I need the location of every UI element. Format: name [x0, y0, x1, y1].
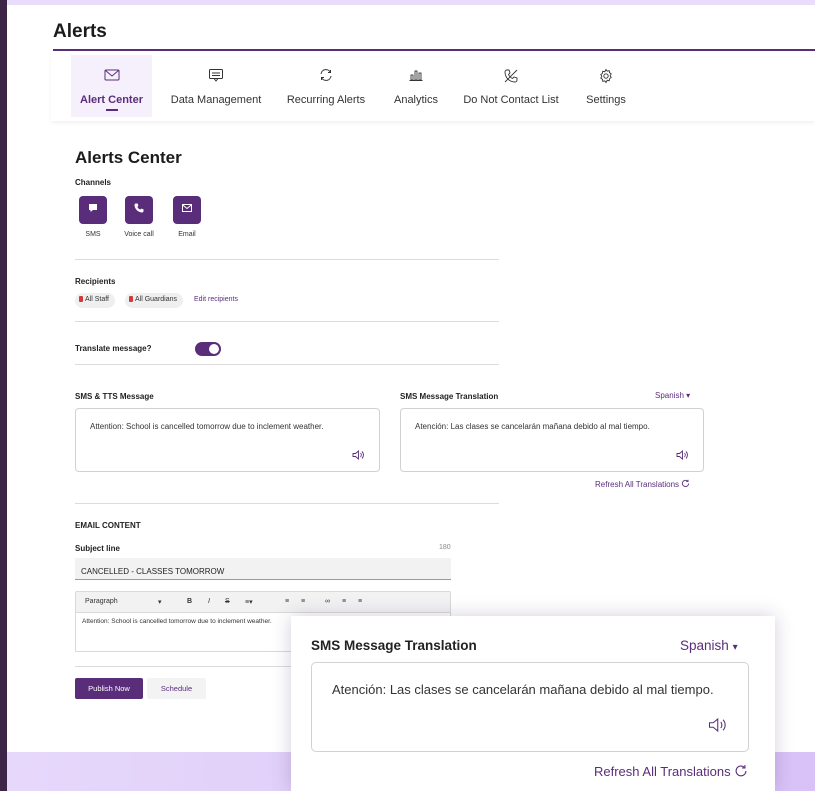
divider: [75, 259, 499, 260]
envelope-icon: [71, 68, 152, 88]
recipients-label: Recipients: [75, 277, 116, 286]
badge-icon: [129, 296, 133, 302]
bullet-list-icon[interactable]: ≡: [285, 598, 289, 605]
refresh-icon: [681, 479, 690, 489]
speaker-icon[interactable]: [351, 449, 365, 463]
language-value: Spanish: [680, 638, 729, 653]
tab-recurring-alerts[interactable]: Recurring Alerts: [281, 55, 371, 117]
sms-message-textarea[interactable]: Attention: School is cancelled tomorrow …: [75, 408, 380, 472]
chevron-down-icon[interactable]: ▾: [158, 598, 162, 606]
refresh-icon: [281, 68, 371, 88]
badge-icon: [79, 296, 83, 302]
channel-email-label: Email: [178, 231, 196, 238]
translation-textarea[interactable]: Atención: Las clases se cancelarán mañan…: [400, 408, 704, 472]
refresh-translations-link[interactable]: Refresh All Translations: [594, 764, 748, 779]
phone-off-icon: [456, 68, 566, 88]
translation-zoom-card: SMS Message Translation Spanish ▾ Atenci…: [291, 616, 775, 791]
strikethrough-button[interactable]: S: [225, 598, 230, 605]
sms-message-label: SMS & TTS Message: [75, 392, 154, 401]
channel-voice-button[interactable]: [125, 196, 153, 224]
bold-button[interactable]: B: [187, 598, 192, 605]
speaker-icon[interactable]: [706, 716, 728, 737]
language-select[interactable]: Spanish ▾: [655, 391, 690, 400]
channel-sms-button[interactable]: [79, 196, 107, 224]
tab-label: Settings: [586, 94, 626, 106]
subject-char-count: 180: [439, 544, 451, 551]
recipient-chip-all-staff[interactable]: All Staff: [75, 293, 115, 308]
divider: [75, 321, 499, 322]
tab-analytics[interactable]: Analytics: [386, 55, 446, 117]
channel-sms-label: SMS: [85, 231, 101, 238]
translation-text: Atención: Las clases se cancelarán mañan…: [415, 422, 650, 431]
translation-textarea[interactable]: Atención: Las clases se cancelarán mañan…: [311, 662, 749, 752]
chip-label: All Guardians: [135, 296, 178, 303]
align-icon[interactable]: ≡▾: [245, 598, 253, 606]
chat-bubble-icon: [87, 201, 99, 219]
channel-email-button[interactable]: [173, 196, 201, 224]
translation-label: SMS Message Translation: [311, 638, 477, 653]
tab-do-not-contact[interactable]: Do Not Contact List: [456, 55, 566, 117]
speaker-icon[interactable]: [675, 449, 689, 463]
page-title: Alerts: [53, 21, 107, 42]
publish-now-button[interactable]: Publish Now: [75, 678, 143, 699]
numbered-list-icon[interactable]: ≡: [301, 598, 305, 605]
left-edge-bar: [0, 0, 7, 791]
refresh-label: Refresh All Translations: [595, 480, 680, 489]
subject-input[interactable]: [75, 558, 451, 580]
section-title: Alerts Center: [75, 148, 182, 167]
channels-label: Channels: [75, 178, 112, 187]
email-body-text: Attention: School is cancelled tomorrow …: [82, 618, 272, 625]
language-select[interactable]: Spanish ▾: [680, 638, 738, 653]
translation-text: Atención: Las clases se cancelarán mañan…: [332, 682, 714, 697]
email-content-heading: EMAIL CONTENT: [75, 521, 141, 530]
tab-label: Do Not Contact List: [463, 94, 559, 106]
chevron-down-icon: ▾: [686, 391, 691, 400]
envelope-icon: [181, 201, 193, 219]
title-divider: [53, 49, 815, 51]
active-tab-indicator: [105, 109, 118, 111]
bar-chart-icon: [386, 68, 446, 88]
tab-bar: Alert Center Data Management Recurring A…: [51, 55, 815, 121]
recipient-chip-all-guardians[interactable]: All Guardians: [125, 293, 184, 308]
refresh-label: Refresh All Translations: [594, 764, 731, 779]
tab-label: Alert Center: [80, 94, 143, 106]
edit-recipients-link[interactable]: Edit recipients: [194, 296, 238, 303]
paragraph-label: Paragraph: [85, 598, 118, 605]
tab-alert-center[interactable]: Alert Center: [71, 55, 152, 117]
divider: [75, 503, 499, 504]
schedule-button[interactable]: Schedule: [147, 678, 206, 699]
channel-voice-label: Voice call: [124, 231, 154, 238]
translate-label: Translate message?: [75, 344, 152, 353]
translation-label: SMS Message Translation: [400, 392, 499, 401]
indent-icon[interactable]: ≡: [342, 598, 346, 605]
chevron-down-icon: ▾: [732, 642, 738, 653]
tab-settings[interactable]: Settings: [576, 55, 636, 117]
sms-message-text: Attention: School is cancelled tomorrow …: [90, 422, 324, 431]
refresh-icon: [734, 764, 748, 779]
message-square-icon: [166, 68, 266, 88]
outdent-icon[interactable]: ≡: [358, 598, 362, 605]
toggle-knob: [209, 344, 219, 354]
editor-toolbar: Paragraph ▾ B I S ≡▾ ≡ ≡ ∞ ≡ ≡: [75, 591, 451, 613]
tab-data-management[interactable]: Data Management: [166, 55, 266, 117]
language-value: Spanish: [655, 391, 684, 400]
translate-toggle[interactable]: [195, 342, 221, 356]
tab-label: Data Management: [170, 94, 262, 106]
link-icon[interactable]: ∞: [325, 598, 330, 605]
subject-label: Subject line: [75, 544, 120, 553]
phone-icon: [133, 201, 145, 219]
tab-label: Analytics: [393, 94, 439, 106]
refresh-translations-link[interactable]: Refresh All Translations: [595, 479, 690, 489]
gear-icon: [576, 68, 636, 88]
paragraph-select[interactable]: Paragraph: [85, 598, 118, 605]
tab-label: Recurring Alerts: [286, 94, 366, 106]
divider: [75, 364, 499, 365]
chip-label: All Staff: [85, 296, 109, 303]
italic-button[interactable]: I: [208, 598, 210, 605]
